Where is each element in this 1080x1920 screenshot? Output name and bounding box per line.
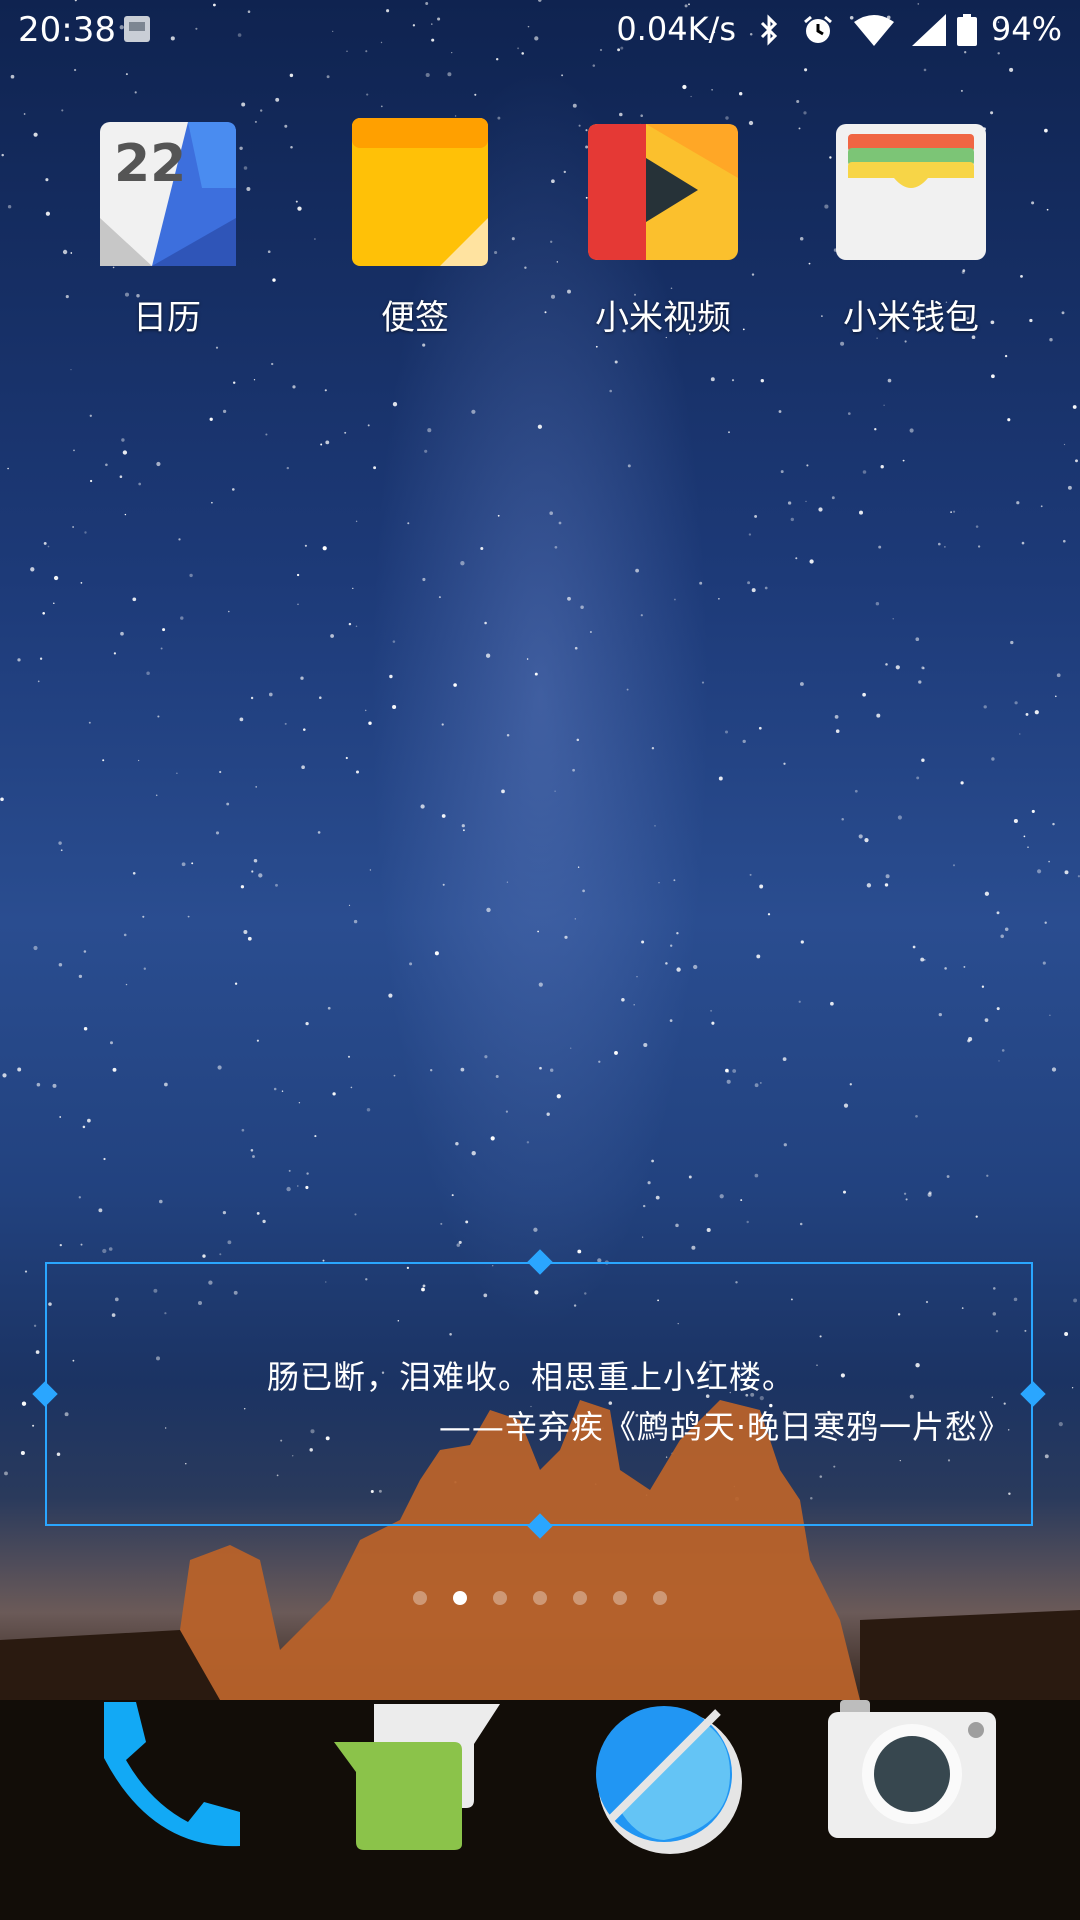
page-dot[interactable] <box>493 1591 507 1605</box>
battery-percent: 94% <box>990 10 1062 48</box>
phone-icon <box>104 1702 240 1847</box>
wallet-icon <box>836 118 986 268</box>
dock-camera[interactable] <box>828 1700 998 1840</box>
poem-text: 肠已断，泪难收。相思重上小红楼。 <box>267 1358 796 1396</box>
poem-widget[interactable]: 肠已断，泪难收。相思重上小红楼。 ——辛弃疾《鹧鸪天·晚日寒鸦一片愁》 <box>32 1249 1046 1539</box>
app-notes[interactable]: 便签 <box>325 118 505 339</box>
battery-icon <box>956 14 978 50</box>
bluetooth-icon <box>758 14 780 50</box>
cellular-signal-icon <box>912 14 946 50</box>
calendar-icon: 22 <box>92 118 242 268</box>
poem-attribution: ——辛弃疾《鹧鸪天·晚日寒鸦一片愁》 <box>438 1408 1011 1446</box>
notes-icon <box>340 118 490 268</box>
page-dot[interactable] <box>653 1591 667 1605</box>
page-dot-current[interactable] <box>453 1591 467 1605</box>
app-label: 日历 <box>133 298 201 338</box>
page-dot[interactable] <box>613 1591 627 1605</box>
dock-phone[interactable] <box>92 1698 244 1850</box>
app-label: 便签 <box>381 298 449 338</box>
page-dot[interactable] <box>413 1591 427 1605</box>
alarm-icon <box>802 14 834 50</box>
status-bar: 20:38 0.04K/s 94% <box>0 0 1080 64</box>
notification-icon <box>124 16 150 42</box>
calendar-date: 22 <box>114 134 187 194</box>
page-dot[interactable] <box>533 1591 547 1605</box>
wifi-icon <box>854 14 894 50</box>
app-label: 小米视频 <box>595 298 731 338</box>
dock-browser[interactable] <box>590 1700 746 1856</box>
dock-messages[interactable] <box>334 1700 500 1850</box>
status-right: 0.04K/s 94% <box>602 10 1062 50</box>
status-time: 20:38 <box>18 10 116 50</box>
app-calendar[interactable]: 22 日历 <box>77 118 257 339</box>
app-wallet[interactable]: 小米钱包 <box>821 118 1001 339</box>
video-icon <box>588 118 738 268</box>
network-speed: 0.04K/s <box>616 10 736 48</box>
browser-icon <box>596 1706 742 1854</box>
camera-icon <box>828 1700 996 1838</box>
app-label: 小米钱包 <box>843 298 979 338</box>
app-video[interactable]: 小米视频 <box>573 118 753 339</box>
messages-icon <box>334 1704 500 1850</box>
page-dot[interactable] <box>573 1591 587 1605</box>
